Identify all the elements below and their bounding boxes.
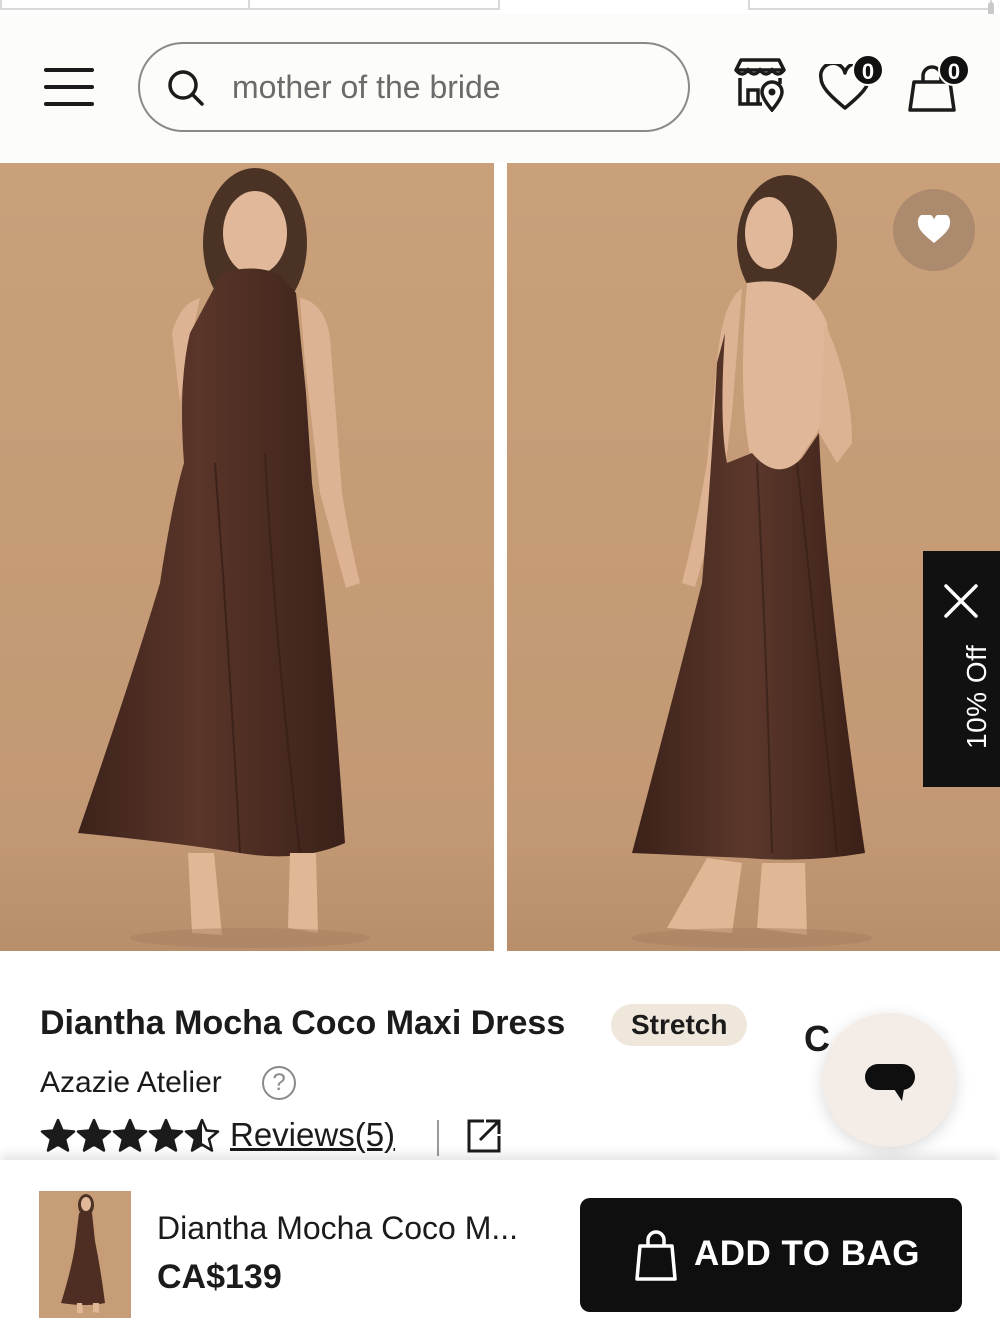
close-icon[interactable] [943, 583, 979, 619]
search-input[interactable] [232, 62, 662, 112]
shopping-bag-icon [635, 1230, 677, 1281]
store-locator-icon[interactable] [732, 56, 788, 112]
sticky-product-price: CA$139 [157, 1258, 282, 1296]
brand-name: Azazie Atelier [40, 1066, 222, 1099]
sticky-product-name: Diantha Mocha Coco M... [157, 1210, 519, 1246]
stretch-tag: Stretch [611, 1004, 748, 1046]
search-icon[interactable] [166, 68, 206, 108]
star-full-icon [76, 1118, 112, 1152]
site-header: 0 0 [0, 14, 1000, 162]
star-full-icon [112, 1118, 148, 1152]
product-thumbnail [39, 1191, 131, 1318]
star-half-icon [184, 1118, 220, 1152]
top-tab-strip [0, 0, 1000, 14]
search-bar[interactable] [138, 42, 690, 132]
divider [437, 1120, 439, 1156]
tab-remnant [248, 0, 500, 10]
star-rating [40, 1118, 220, 1158]
chat-button[interactable] [822, 1013, 956, 1147]
discount-side-tab[interactable]: 10% Off [923, 551, 1000, 787]
product-title: Diantha Mocha Coco Maxi Dress [40, 1004, 566, 1042]
reviews-link[interactable]: Reviews(5) [230, 1116, 395, 1154]
add-to-wishlist-button[interactable] [893, 189, 975, 271]
wishlist-count-badge: 0 [852, 54, 884, 86]
chat-icon [865, 1064, 915, 1101]
product-image-front[interactable] [0, 163, 494, 951]
add-to-bag-button[interactable]: ADD TO BAG [580, 1198, 962, 1312]
add-to-bag-label: ADD TO BAG [694, 1234, 921, 1273]
discount-label[interactable]: 10% Off [961, 645, 993, 749]
star-full-icon [40, 1118, 76, 1152]
tab-remnant [0, 0, 250, 10]
help-icon[interactable]: ? [262, 1066, 296, 1100]
cart-count-badge: 0 [938, 54, 970, 86]
tab-remnant [748, 0, 992, 10]
share-external-icon[interactable] [466, 1118, 502, 1154]
star-full-icon [148, 1118, 184, 1152]
heart-icon [917, 215, 951, 243]
menu-icon[interactable] [44, 68, 96, 108]
sticky-add-to-bag-bar: Diantha Mocha Coco M... CA$139 ADD TO BA… [0, 1160, 1000, 1333]
